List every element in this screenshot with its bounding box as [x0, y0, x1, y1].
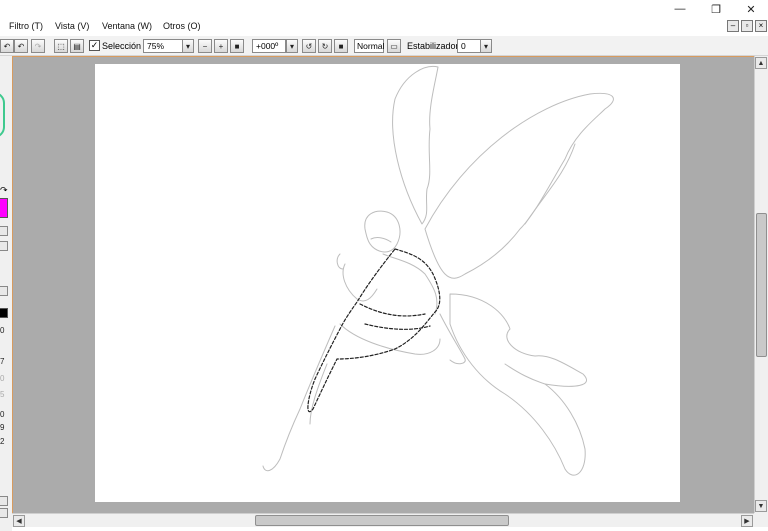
zoom-reset-icon: ■ — [234, 41, 240, 51]
scroll-right-button[interactable]: ▶ — [741, 515, 753, 527]
invert-selection-icon: ▤ — [73, 41, 81, 51]
chevron-down-icon: ▾ — [185, 41, 190, 51]
doc-close-button[interactable]: × — [755, 20, 767, 32]
rotate-left-button[interactable]: ↺ — [302, 39, 316, 53]
foreground-color-swatch[interactable] — [0, 198, 8, 218]
rotate-right-icon: ↻ — [321, 41, 329, 51]
arrow-right-icon: ▶ — [744, 518, 750, 525]
stabilizer-label: Estabilizador — [407, 41, 459, 51]
menu-vista[interactable]: Vista (V) — [55, 21, 89, 31]
close-button[interactable]: ✕ — [735, 0, 767, 18]
panel-value: 7 — [0, 357, 5, 366]
panel-value: 0 — [0, 374, 5, 383]
minimize-icon: — — [674, 3, 686, 15]
menu-ventana[interactable]: Ventana (W) — [102, 21, 152, 31]
restore-icon: ❐ — [711, 3, 721, 16]
doc-minimize-button[interactable]: – — [727, 20, 739, 32]
arrow-left-icon: ◀ — [16, 518, 22, 525]
restore-button[interactable]: ❐ — [700, 0, 732, 18]
panel-scroll-up[interactable] — [0, 496, 8, 506]
zoom-out-button[interactable]: − — [198, 39, 212, 53]
flip-icon: ▭ — [390, 41, 398, 51]
panel-scroll-up[interactable] — [0, 226, 8, 236]
stabilizer-dropdown[interactable]: ▾ — [480, 39, 492, 53]
deselect-icon: ⬚ — [57, 41, 65, 51]
vertical-scroll-thumb[interactable] — [756, 213, 767, 357]
swap-colors-icon[interactable]: ↷ — [0, 185, 8, 196]
redo-button[interactable]: ↷ — [31, 39, 45, 53]
chevron-down-icon: ▾ — [289, 41, 294, 51]
rotation-field[interactable]: +000º — [252, 39, 286, 53]
redo-icon: ↷ — [34, 41, 42, 51]
zoom-out-icon: − — [202, 41, 208, 51]
rotate-reset-button[interactable]: ■ — [334, 39, 348, 53]
panel-scroll-down[interactable] — [0, 286, 8, 296]
black-swatch[interactable] — [0, 308, 8, 318]
zoom-reset-button[interactable]: ■ — [230, 39, 244, 53]
zoom-dropdown[interactable]: ▾ — [182, 39, 194, 53]
drawing-canvas[interactable] — [95, 64, 680, 502]
panel-value: 0 — [0, 326, 5, 335]
arrow-up-icon: ▲ — [757, 59, 765, 67]
panel-value: 2 — [0, 437, 5, 446]
rotate-reset-icon: ■ — [338, 41, 344, 51]
fairy-sketch — [262, 65, 614, 476]
selection-label: Selección — [102, 41, 142, 51]
close-icon: ✕ — [746, 3, 756, 16]
scroll-left-button[interactable]: ◀ — [13, 515, 25, 527]
stabilizer-field[interactable]: 0 — [457, 39, 481, 53]
horizontal-scroll-thumb[interactable] — [255, 515, 509, 526]
scroll-up-button[interactable]: ▲ — [755, 57, 767, 69]
panel-value: 5 — [0, 390, 5, 399]
chevron-down-icon: ▾ — [483, 41, 488, 51]
zoom-in-icon: + — [218, 41, 224, 51]
undo-icon: ↶ — [3, 41, 11, 51]
minimize-button[interactable]: — — [664, 0, 696, 18]
doc-restore-button[interactable]: ▫ — [741, 20, 753, 32]
flip-button[interactable]: ▭ — [387, 39, 401, 53]
panel-value: 9 — [0, 423, 5, 432]
menu-filtro[interactable]: Filtro (T) — [9, 21, 43, 31]
title-bar — [0, 0, 768, 18]
rotation-dropdown[interactable]: ▾ — [286, 39, 298, 53]
invert-selection-button[interactable]: ▤ — [70, 39, 84, 53]
undo-button[interactable]: ↶ — [0, 39, 14, 53]
zoom-in-button[interactable]: + — [214, 39, 228, 53]
deselect-button[interactable]: ⬚ — [54, 39, 68, 53]
panel-scroll-down[interactable] — [0, 508, 8, 518]
rotate-left-icon: ↺ — [305, 41, 313, 51]
panel-scroll-thumb[interactable] — [0, 241, 8, 251]
arrow-down-icon: ▼ — [757, 502, 765, 510]
blend-mode-field[interactable]: Normal — [354, 39, 384, 53]
scroll-down-button[interactable]: ▼ — [755, 500, 767, 512]
undo-step-button[interactable]: ↶ — [14, 39, 28, 53]
undo-icon: ↶ — [17, 41, 25, 51]
rotate-right-button[interactable]: ↻ — [318, 39, 332, 53]
selection-checkbox[interactable]: ✓ — [89, 40, 100, 51]
panel-value: 0 — [0, 410, 5, 419]
menu-otros[interactable]: Otros (O) — [163, 21, 201, 31]
scroll-corner — [754, 513, 768, 527]
zoom-field[interactable]: 75% — [143, 39, 183, 53]
